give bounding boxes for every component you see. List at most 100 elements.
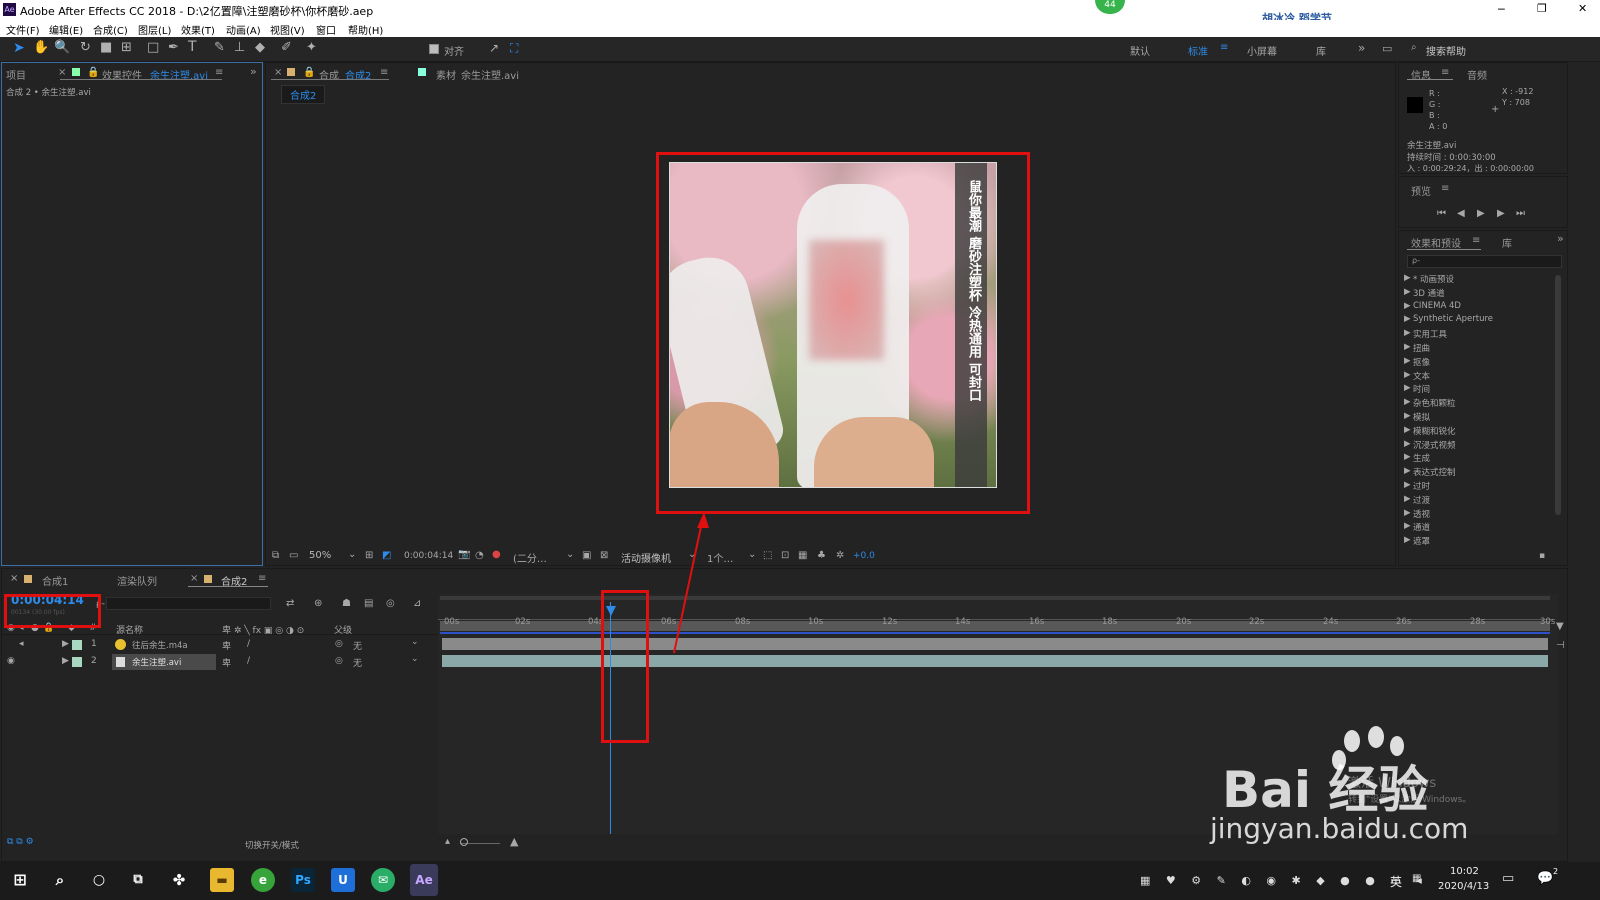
search-help-input[interactable]: 搜索帮助 [1426,43,1466,58]
sync-settings-icon[interactable]: ▭ [1382,42,1392,55]
effects-item-expand-icon[interactable]: ▶ [1404,370,1411,380]
last-frame-icon[interactable]: ⏭ [1516,208,1525,219]
workspace-libraries[interactable]: 库 [1316,43,1326,58]
effects-item-expand-icon[interactable]: ▶ [1404,342,1411,352]
grid-icon[interactable]: ⊞ [365,550,373,561]
effects-item-expand-icon[interactable]: ▶ [1404,466,1411,476]
comp-subtab[interactable]: 合成2 [281,85,326,104]
effects-item-expand-icon[interactable]: ▶ [1404,494,1411,504]
layer1-pickwhip-icon[interactable]: ◎ [335,639,343,649]
fast-preview-icon[interactable]: ⊡ [781,550,789,561]
layer2-pickwhip-icon[interactable]: ◎ [335,656,343,666]
snap-icon[interactable]: ↗ [489,41,499,55]
clone-stamp-tool-icon[interactable]: ⊥ [234,40,245,55]
menu-layer[interactable]: 图层(L) [138,22,171,37]
menu-composition[interactable]: 合成(C) [93,22,128,37]
shy-layers-icon[interactable]: ☗ [342,598,351,609]
effects-item-expand-icon[interactable]: ▶ [1404,425,1411,435]
info-menu-icon[interactable]: ≡ [1441,67,1449,78]
snap-options-icon[interactable]: ⛶ [510,41,518,56]
tab-render-queue[interactable]: 渲染队列 [117,573,157,588]
effects-item[interactable]: 过时 [1413,480,1430,492]
effects-item[interactable]: 表达式控制 [1413,466,1456,478]
effects-item[interactable]: 模糊和锐化 [1413,425,1456,437]
tab-audio[interactable]: 音频 [1467,67,1487,82]
toggle-switches-modes[interactable]: 切换开关/模式 [245,839,299,851]
transparency-grid-icon[interactable]: ⊠ [600,550,608,561]
menu-effect[interactable]: 效果(T) [181,22,215,37]
hand-tool-icon[interactable]: ✋ [33,40,49,55]
selection-tool-icon[interactable]: ➤ [13,40,25,56]
photoshop-icon[interactable]: Ps [291,868,315,892]
effects-item-expand-icon[interactable]: ▶ [1404,397,1411,407]
effects-item[interactable]: 透视 [1413,508,1430,520]
windows-start-icon[interactable]: ⊞ [8,868,32,892]
resolution-dropdown[interactable]: (二分… [513,550,547,565]
file-explorer-icon[interactable]: ▬ [210,868,234,892]
layer2-parent-chevron-down-icon[interactable]: ⌄ [411,654,419,664]
toggle-pixel-aspect-icon[interactable]: ⬚ [763,550,772,561]
layer-row-1[interactable]: ◂ ▶ 1 往后余生.m4a 卑 / ◎ 无 ⌄ [2,637,438,653]
region-of-interest-icon[interactable]: ▣ [582,550,591,561]
layer1-name[interactable]: 往后余生.m4a [132,639,188,651]
exposure-icon[interactable]: ✲ [836,550,844,561]
timeline-nav-end-icon[interactable]: ▼ [1556,621,1564,632]
menu-view[interactable]: 视图(V) [270,22,305,37]
after-effects-icon[interactable]: Ae [410,864,438,896]
layer1-parent-chevron-down-icon[interactable]: ⌄ [411,637,419,647]
effects-item-expand-icon[interactable]: ▶ [1404,383,1411,393]
exposure-value[interactable]: +0.0 [853,551,875,561]
uu-icon[interactable]: U [331,868,355,892]
search-help-icon[interactable]: ⌕ [1411,42,1417,53]
comp-lock-icon[interactable]: 🔒 [303,67,315,78]
browser-icon[interactable]: e [251,868,275,892]
ime-indicator[interactable]: 英 [1390,873,1402,890]
effects-item[interactable]: 3D 通道 [1413,287,1445,299]
menu-window[interactable]: 窗口 [316,22,336,37]
effects-scrollbar[interactable] [1555,275,1561,515]
effects-overflow-icon[interactable]: » [1557,232,1564,245]
layer-row-2[interactable]: ◉ ▶ 2 余生注塑.avi 卑 / ◎ 无 ⌄ [2,654,438,670]
first-frame-icon[interactable]: ⏮ [1437,208,1446,219]
views-chevron-down-icon[interactable]: ⌄ [748,549,756,560]
zoom-slider-knob[interactable] [460,838,468,846]
col-parent[interactable]: 父级 [334,623,352,636]
play-icon[interactable]: ▶ [1477,208,1485,219]
effects-item[interactable]: 扭曲 [1413,342,1430,354]
layer2-parent[interactable]: 无 [353,656,362,669]
layer1-quality-switch[interactable]: / [247,639,250,649]
effects-item[interactable]: 时间 [1413,383,1430,395]
rectangle-tool-icon[interactable]: □ [147,40,159,55]
effects-item-expand-icon[interactable]: ▶ [1404,328,1411,338]
lock-icon[interactable]: 🔒 [87,67,99,78]
effects-item-expand-icon[interactable]: ▶ [1404,287,1411,297]
always-preview-icon[interactable]: ⧉ [272,550,279,561]
wechat-icon[interactable]: ✉ [371,868,395,892]
align-checkbox[interactable] [429,44,439,54]
workspace-overflow-icon[interactable]: » [1358,41,1365,55]
effects-item[interactable]: 通道 [1413,521,1430,533]
restore-button[interactable]: ❐ [1537,2,1547,15]
layer1-label-color[interactable] [72,640,82,650]
brush-tool-icon[interactable]: ✎ [214,40,225,55]
tab-project[interactable]: 项目 [6,67,26,82]
action-center-icon[interactable]: 💬 [1537,871,1553,886]
menu-help[interactable]: 帮助(H) [348,22,383,37]
effects-item-expand-icon[interactable]: ▶ [1404,452,1411,462]
layer-switches-icons[interactable]: ⧉ ⧉ ⚙ [7,837,34,847]
layer2-name[interactable]: 余生注塑.avi [132,656,181,668]
puppet-tool-icon[interactable]: ✦ [306,40,317,55]
notification-badge[interactable]: 44 [1095,0,1125,14]
preview-title[interactable]: 预览 [1411,183,1431,198]
effects-item-expand-icon[interactable]: ▶ [1404,301,1411,311]
draft-3d-icon[interactable]: ⊛ [314,598,322,609]
close-button[interactable]: ✕ [1578,2,1587,15]
effects-item[interactable]: 生成 [1413,452,1430,464]
panel-overflow-icon[interactable]: » [250,65,257,78]
timeline-search-input[interactable] [106,597,271,610]
tab-libraries[interactable]: 库 [1502,235,1512,250]
tab-comp1-close-icon[interactable]: × [10,573,18,584]
zoom-chevron-down-icon[interactable]: ⌄ [348,549,356,560]
pen-tool-icon[interactable]: ✒ [168,40,179,55]
zoom-out-icon[interactable]: ▴ [445,836,450,847]
